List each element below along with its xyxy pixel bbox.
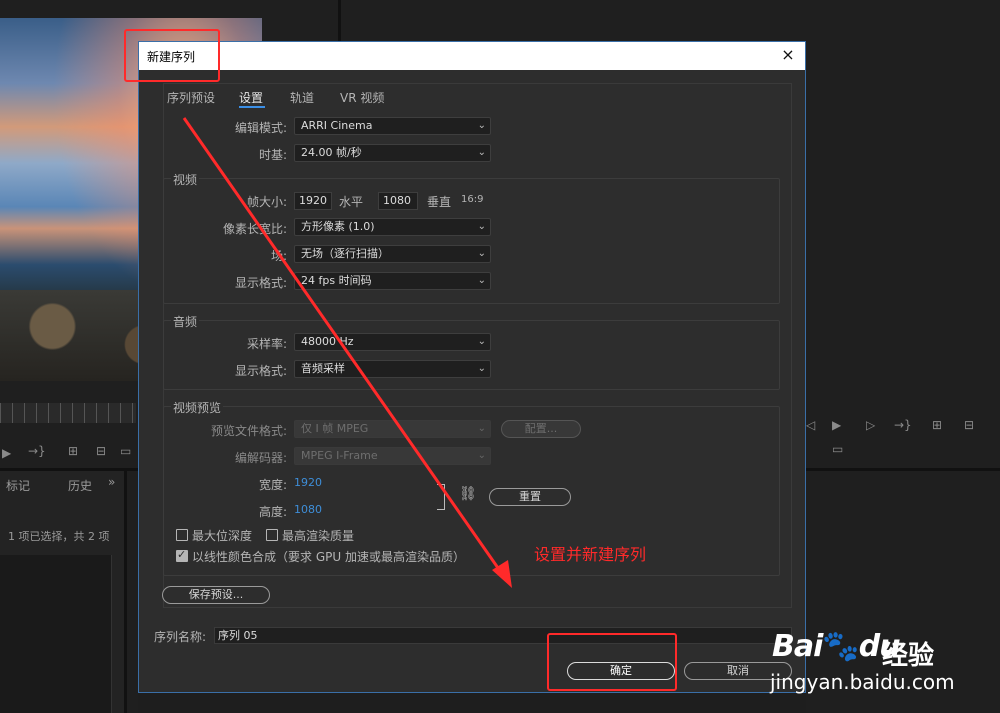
watermark-url: jingyan.baidu.com — [770, 670, 955, 694]
watermark-brand: Bai🐾du — [772, 629, 901, 664]
app-window: ▶ →} ⊞ ⊟ ▭ ◁ ▶ ▷ →} ⊞ ⊟ ▭ 标记 历史 » 1 项已选择… — [0, 0, 1000, 713]
annotation-arrow — [182, 117, 512, 588]
watermark-product: 经验 — [882, 641, 935, 671]
paw-icon: 🐾 — [822, 629, 859, 664]
annotation-text: 设置并新建序列 — [534, 545, 647, 564]
watermark-brand-prefix: Bai — [772, 629, 823, 664]
